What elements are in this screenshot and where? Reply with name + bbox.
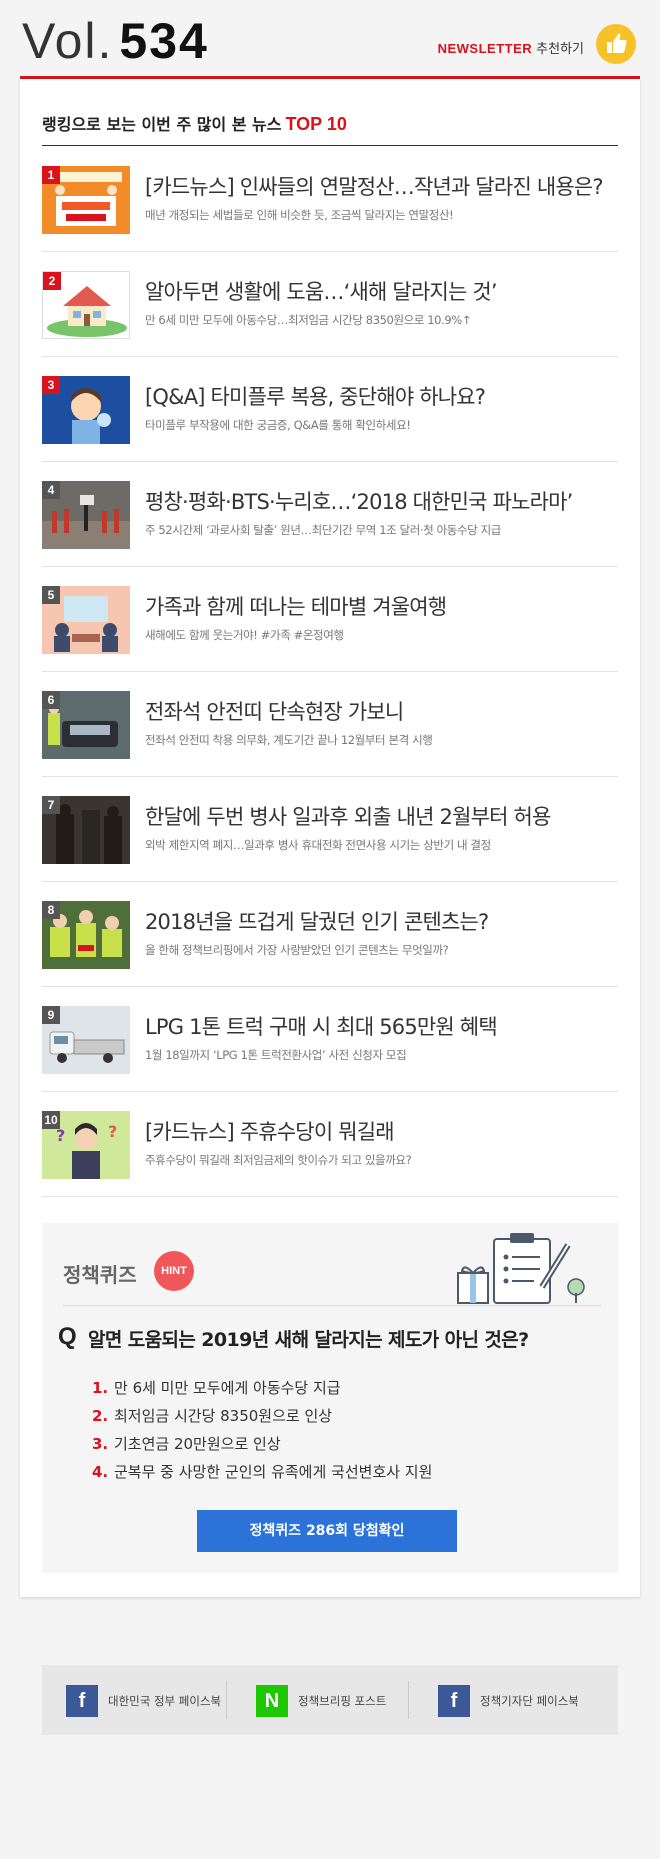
section-title: 랭킹으로 보는 이번 주 많이 본 뉴스 TOP 10 (42, 111, 347, 135)
news-summary: 올 한해 정책브리핑에서 가장 사랑받았던 인기 콘텐츠는 무엇일까? (145, 943, 449, 957)
content-card: 랭킹으로 보는 이번 주 많이 본 뉴스 TOP 10 1 [카드뉴스] 인싸들의… (20, 79, 640, 1597)
section-title-accent: TOP 10 (285, 114, 347, 134)
news-title[interactable]: 알아두면 생활에 도움…‘새해 달라지는 것’ (145, 276, 498, 306)
svg-text:?: ? (108, 1122, 117, 1141)
naver-icon: N (256, 1685, 288, 1717)
news-title[interactable]: 한달에 두번 병사 일과후 외출 내년 2월부터 허용 (145, 801, 551, 831)
quiz-option: 4. 군복무 중 사망한 군인의 유족에게 국선변호사 지원 (92, 1461, 432, 1489)
clipboard-icon (450, 1229, 590, 1309)
option-number: 3. (92, 1435, 109, 1453)
news-item[interactable]: 1 [카드뉴스] 인싸들의 연말정산…작년과 달라진 내용은? 매년 개정되는 … (42, 147, 618, 252)
news-item[interactable]: 3 [Q&A] 타미플루 복용, 중단해야 하나요? 타미플루 부작용에 대한 … (42, 357, 618, 462)
section-divider (42, 145, 618, 146)
option-text: 만 6세 미만 모두에게 아동수당 지급 (114, 1379, 341, 1397)
quiz-options: 1. 만 6세 미만 모두에게 아동수당 지급 2. 최저임금 시간당 8350원으… (92, 1377, 432, 1489)
news-thumbnail[interactable]: 9 (42, 1006, 130, 1074)
news-item[interactable]: 5 가족과 함께 떠나는 테마별 겨울여행 새해에도 함께 웃는거야! #가족 … (42, 567, 618, 672)
quiz-winner-check-button[interactable]: 정책퀴즈 286회 당첨확인 (197, 1510, 457, 1552)
news-title[interactable]: 2018년을 뜨겁게 달궜던 인기 콘텐츠는? (145, 906, 489, 936)
news-summary: 만 6세 미만 모두에 아동수당…최저임금 시간당 8350원으로 10.9%↑ (145, 313, 472, 327)
facebook-icon: f (66, 1685, 98, 1717)
news-title[interactable]: 평창·평화·BTS·누리호…‘2018 대한민국 파노라마’ (145, 486, 573, 516)
quiz-title: 정책퀴즈 (63, 1263, 137, 1287)
option-text: 최저임금 시간당 8350원으로 인상 (114, 1407, 333, 1425)
news-summary: 외박 제한지역 폐지…일과후 병사 휴대전화 전면사용 시기는 상반기 내 결정 (145, 838, 491, 852)
briefing-post-label: 정책브리핑 포스트 (298, 1694, 387, 1708)
news-summary: 타미플루 부작용에 대한 궁금증, Q&A를 통해 확인하세요! (145, 418, 411, 432)
news-item[interactable]: 9 LPG 1톤 트럭 구매 시 최대 565만원 혜택 1월 18일까지 ‘L… (42, 987, 618, 1092)
news-summary: 매년 개정되는 세법들로 인해 비슷한 듯, 조금씩 달라지는 연말정산! (145, 208, 454, 222)
facebook-icon: f (438, 1685, 470, 1717)
news-thumbnail[interactable]: 5 (42, 586, 130, 654)
gov-facebook-label: 대한민국 정부 페이스북 (108, 1694, 222, 1708)
news-title[interactable]: [Q&A] 타미플루 복용, 중단해야 하나요? (145, 381, 486, 411)
news-summary: 전좌석 안전띠 착용 의무화, 계도기간 끝나 12월부터 본격 시행 (145, 733, 433, 747)
news-summary: 주 52시간제 ‘과로사회 탈출’ 원년…최단기간 무역 1조 달러·첫 아동수… (145, 523, 501, 537)
rank-badge: 1 (42, 166, 60, 184)
recommend-link[interactable]: NEWSLETTER 추천하기 (438, 38, 584, 57)
policy-quiz-box: 정책퀴즈 HINT Q 알면 도움되는 2019년 새해 달라지는 제도가 아닌… (42, 1223, 618, 1573)
quiz-option: 3. 기초연금 20만원으로 인상 (92, 1433, 432, 1461)
rank-badge: 2 (43, 272, 61, 290)
rank-badge: 5 (42, 586, 60, 604)
news-summary: 주휴수당이 뭐길래 최저임금제의 핫이슈가 되고 있을까요? (145, 1153, 412, 1167)
quiz-option: 2. 최저임금 시간당 8350원으로 인상 (92, 1405, 432, 1433)
volume-number: 534 (119, 13, 209, 69)
hint-badge[interactable]: HINT (154, 1251, 194, 1291)
rank-badge: 10 (42, 1111, 60, 1129)
news-thumbnail[interactable]: 1 (42, 166, 130, 234)
news-item[interactable]: ? ? 10 [카드뉴스] 주휴수당이 뭐길래 주휴수당이 뭐길래 최저임금제의… (42, 1092, 618, 1197)
news-summary: 새해에도 함께 웃는거야! #가족 #온정여행 (145, 628, 344, 642)
footer-divider (226, 1681, 227, 1719)
news-item[interactable]: 7 한달에 두번 병사 일과후 외출 내년 2월부터 허용 외박 제한지역 폐지… (42, 777, 618, 882)
news-item[interactable]: 2 알아두면 생활에 도움…‘새해 달라지는 것’ 만 6세 미만 모두에 아동… (42, 252, 618, 357)
newsletter-label: NEWSLETTER (437, 41, 533, 56)
quiz-option: 1. 만 6세 미만 모두에게 아동수당 지급 (92, 1377, 432, 1405)
rank-badge: 4 (42, 481, 60, 499)
news-item[interactable]: 6 전좌석 안전띠 단속현장 가보니 전좌석 안전띠 착용 의무화, 계도기간 … (42, 672, 618, 777)
section-title-text: 랭킹으로 보는 이번 주 많이 본 뉴스 (42, 115, 282, 134)
news-thumbnail[interactable]: 3 (42, 376, 130, 444)
news-thumbnail[interactable]: 2 (42, 271, 130, 339)
news-thumbnail[interactable]: 7 (42, 796, 130, 864)
news-thumbnail[interactable]: 4 (42, 481, 130, 549)
reporter-facebook-label: 정책기자단 페이스북 (480, 1694, 579, 1708)
social-footer: f 대한민국 정부 페이스북 N 정책브리핑 포스트 f 정책기자단 페이스북 (42, 1665, 618, 1735)
news-title[interactable]: [카드뉴스] 인싸들의 연말정산…작년과 달라진 내용은? (145, 171, 604, 201)
thumbs-up-icon[interactable] (596, 24, 636, 64)
rank-badge: 7 (42, 796, 60, 814)
option-number: 2. (92, 1407, 109, 1425)
news-thumbnail[interactable]: 8 (42, 901, 130, 969)
news-title[interactable]: 가족과 함께 떠나는 테마별 겨울여행 (145, 591, 447, 621)
news-title[interactable]: 전좌석 안전띠 단속현장 가보니 (145, 696, 404, 726)
rank-badge: 8 (42, 901, 60, 919)
news-title[interactable]: LPG 1톤 트럭 구매 시 최대 565만원 혜택 (145, 1011, 498, 1041)
volume-title: Vol. 534 (22, 12, 209, 70)
news-title[interactable]: [카드뉴스] 주휴수당이 뭐길래 (145, 1116, 395, 1146)
news-thumbnail[interactable]: ? ? 10 (42, 1111, 130, 1179)
news-item[interactable]: 4 평창·평화·BTS·누리호…‘2018 대한민국 파노라마’ 주 52시간제… (42, 462, 618, 567)
question-mark-icon: Q (58, 1323, 77, 1350)
option-text: 군복무 중 사망한 군인의 유족에게 국선변호사 지원 (114, 1463, 433, 1481)
quiz-divider (63, 1305, 601, 1306)
newsletter-header: Vol. 534 NEWSLETTER 추천하기 (20, 0, 640, 78)
option-number: 4. (92, 1463, 109, 1481)
footer-divider (408, 1681, 409, 1719)
news-thumbnail[interactable]: 6 (42, 691, 130, 759)
rank-badge: 6 (42, 691, 60, 709)
volume-label: Vol. (22, 13, 114, 69)
news-item[interactable]: 8 2018년을 뜨겁게 달궜던 인기 콘텐츠는? 올 한해 정책브리핑에서 가… (42, 882, 618, 987)
rank-badge: 3 (42, 376, 60, 394)
news-summary: 1월 18일까지 ‘LPG 1톤 트럭전환사업’ 사전 신청자 모집 (145, 1048, 407, 1062)
recommend-label: 추천하기 (536, 42, 584, 57)
quiz-question: 알면 도움되는 2019년 새해 달라지는 제도가 아닌 것은? (88, 1329, 529, 1351)
option-text: 기초연금 20만원으로 인상 (114, 1435, 281, 1453)
option-number: 1. (92, 1379, 109, 1397)
rank-badge: 9 (42, 1006, 60, 1024)
